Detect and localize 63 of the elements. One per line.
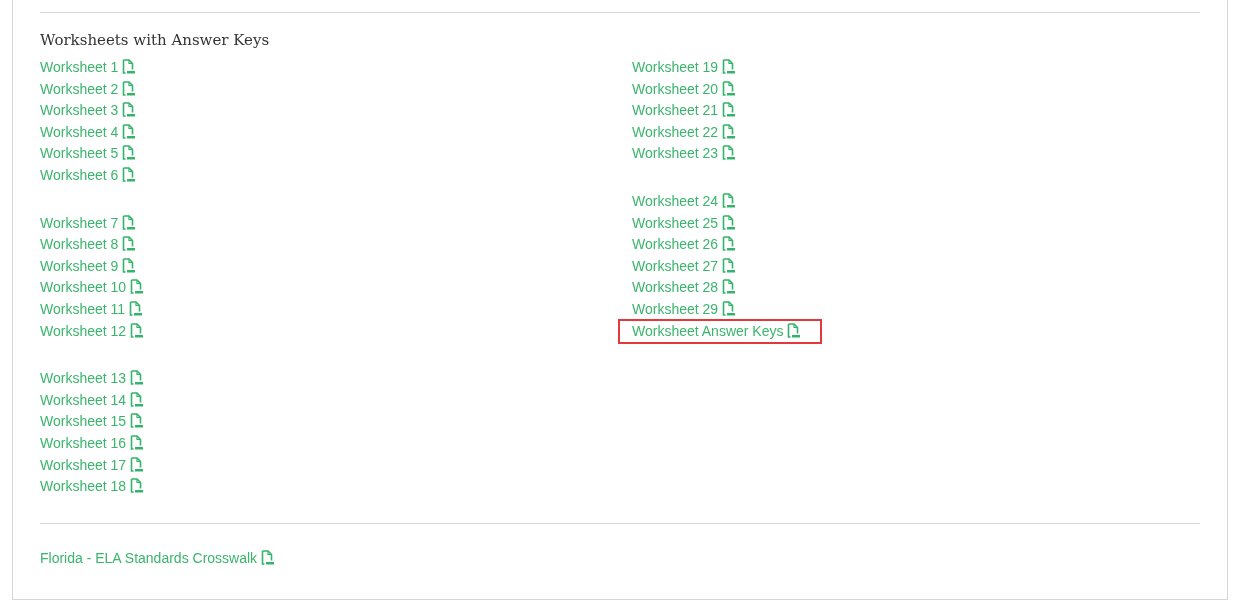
pdf-file-icon <box>122 257 137 274</box>
pdf-link[interactable]: Worksheet 1 <box>40 58 137 77</box>
pdf-link[interactable]: Worksheet 5 <box>40 144 137 164</box>
pdf-file-icon <box>261 549 276 566</box>
pdf-file-icon <box>130 456 145 473</box>
pdf-link[interactable]: Worksheet 22 <box>632 122 737 142</box>
pdf-link[interactable]: Worksheet 13 <box>40 369 145 389</box>
pdf-link[interactable]: Worksheet 23 <box>632 144 737 164</box>
pdf-link[interactable]: Worksheet 29 <box>632 299 737 319</box>
pdf-file-icon <box>787 322 802 339</box>
pdf-file-icon <box>722 145 737 162</box>
pdf-link[interactable]: Florida - ELA Standards Crosswalk <box>40 548 276 568</box>
pdf-file-icon <box>130 391 145 408</box>
pdf-file-icon <box>722 123 737 140</box>
pdf-link[interactable]: Worksheet 21 <box>632 101 737 121</box>
pdf-file-icon <box>722 80 737 97</box>
pdf-file-icon <box>722 236 737 253</box>
pdf-file-icon <box>130 279 145 296</box>
pdf-link[interactable]: Worksheet 3 <box>40 101 137 121</box>
pdf-link[interactable]: Worksheet 8 <box>40 235 137 255</box>
pdf-link[interactable]: Worksheet 26 <box>632 235 737 255</box>
pdf-file-icon <box>130 434 145 451</box>
pdf-link[interactable]: Worksheet 15 <box>40 412 145 432</box>
pdf-file-icon <box>122 214 137 231</box>
pdf-file-icon <box>722 59 737 75</box>
pdf-link[interactable]: Worksheet 14 <box>40 390 145 410</box>
pdf-link[interactable]: Worksheet 18 <box>40 477 145 497</box>
pdf-link[interactable]: Worksheet Answer Keys <box>621 321 820 341</box>
section-heading: Worksheets with Answer Keys <box>40 30 271 50</box>
pdf-link[interactable]: Worksheet 6 <box>40 165 137 185</box>
pdf-file-icon <box>130 478 145 495</box>
pdf-link[interactable]: Worksheet 24 <box>632 191 737 211</box>
pdf-link[interactable]: Worksheet 16 <box>40 433 145 453</box>
pdf-file-icon <box>722 192 737 209</box>
pdf-link[interactable]: Worksheet 28 <box>632 278 737 298</box>
pdf-file-icon <box>122 102 137 119</box>
pdf-file-icon <box>722 300 737 317</box>
pdf-file-icon <box>130 413 145 430</box>
pdf-file-icon <box>122 166 137 183</box>
pdf-file-icon <box>722 279 737 296</box>
pdf-link[interactable]: Worksheet 12 <box>40 321 145 341</box>
pdf-file-icon <box>722 214 737 231</box>
pdf-link[interactable]: Worksheet 9 <box>40 256 137 276</box>
pdf-link[interactable]: Worksheet 7 <box>40 213 137 233</box>
pdf-file-icon <box>122 123 137 140</box>
pdf-link[interactable]: Worksheet 10 <box>40 278 145 298</box>
pdf-file-icon <box>122 80 137 97</box>
pdf-file-icon <box>129 300 144 317</box>
pdf-link[interactable]: Worksheet 4 <box>40 122 137 142</box>
pdf-link[interactable]: Worksheet 27 <box>632 256 737 276</box>
pdf-link[interactable]: Worksheet 19 <box>632 58 737 77</box>
pdf-link[interactable]: Worksheet 2 <box>40 79 137 99</box>
pdf-file-icon <box>122 59 137 75</box>
pdf-link[interactable]: Worksheet 11 <box>40 299 144 319</box>
pdf-file-icon <box>122 236 137 253</box>
pdf-file-icon <box>722 102 737 119</box>
pdf-link[interactable]: Worksheet 20 <box>632 79 737 99</box>
pdf-file-icon <box>122 145 137 162</box>
pdf-link[interactable]: Worksheet 17 <box>40 455 145 475</box>
pdf-file-icon <box>130 370 145 387</box>
pdf-file-icon <box>130 322 145 339</box>
pdf-file-icon <box>722 257 737 274</box>
pdf-link[interactable]: Worksheet 25 <box>632 213 737 233</box>
